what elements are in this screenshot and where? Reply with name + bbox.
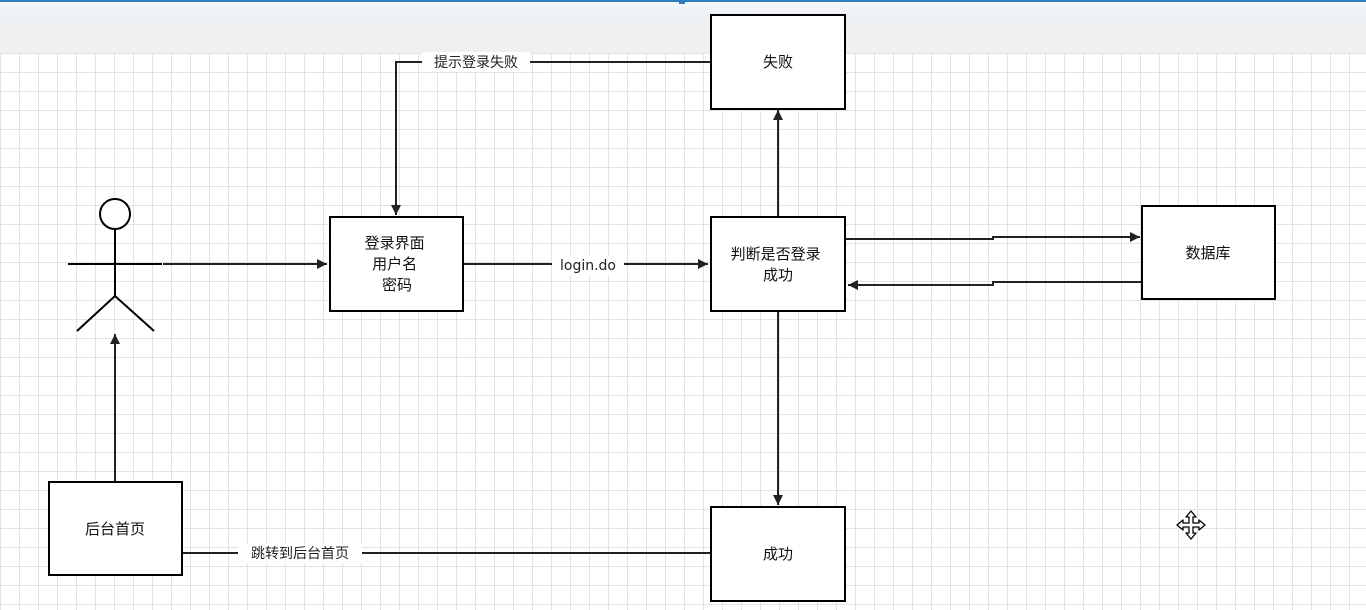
- edge-judge-to-database[interactable]: [846, 232, 1140, 242]
- node-login-page[interactable]: 登录界面 用户名 密码: [329, 216, 464, 312]
- node-failure[interactable]: 失败: [710, 14, 846, 110]
- success-label: 成功: [763, 545, 793, 563]
- login-page-password: 密码: [382, 276, 412, 294]
- failure-label: 失败: [763, 53, 793, 71]
- edge-label-redirect-home: 跳转到后台首页: [251, 546, 349, 562]
- edge-database-to-judge[interactable]: [848, 280, 1141, 290]
- admin-home-label: 后台首页: [85, 520, 145, 538]
- edge-label-login-failed: 提示登录失败: [434, 55, 518, 71]
- edge-failure-to-login[interactable]: [391, 61, 711, 215]
- login-page-username: 用户名: [372, 255, 417, 273]
- edge-label-login-do: login.do: [560, 258, 616, 274]
- node-database[interactable]: 数据库: [1141, 205, 1276, 300]
- user-actor-icon[interactable]: [68, 198, 162, 332]
- move-cursor-icon: [1176, 510, 1206, 540]
- node-admin-home[interactable]: 后台首页: [48, 481, 183, 576]
- login-page-title: 登录界面: [365, 234, 425, 252]
- judge-line-2: 成功: [763, 266, 793, 284]
- judge-line-1: 判断是否登录: [731, 245, 821, 263]
- diagram-editor: login.do 提示登录失败 跳转到后台首页 登录界面 用户名 密码 判断是否…: [0, 0, 1366, 610]
- flow-diagram: login.do 提示登录失败 跳转到后台首页 登录界面 用户名 密码 判断是否…: [48, 14, 1276, 602]
- database-label: 数据库: [1185, 244, 1230, 262]
- node-judge-login[interactable]: 判断是否登录 成功: [710, 216, 846, 312]
- node-success[interactable]: 成功: [710, 506, 846, 602]
